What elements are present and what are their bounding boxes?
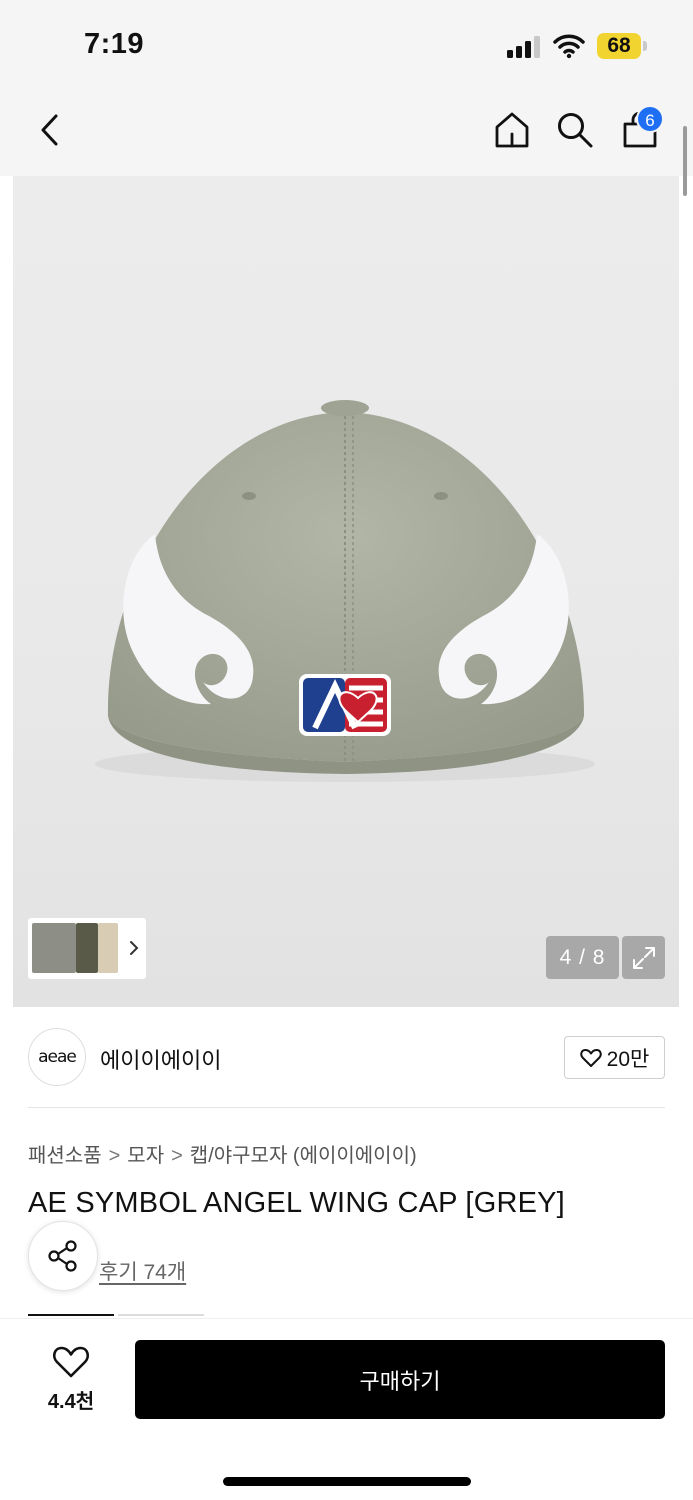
brand-like-button[interactable]: 20만 xyxy=(564,1036,665,1079)
breadcrumb-separator-icon: > xyxy=(171,1145,183,1167)
image-counter: 4 / 8 xyxy=(546,936,619,979)
brand-logo[interactable]: aeae xyxy=(28,1028,86,1086)
brand-name[interactable]: 에이이에이이 xyxy=(100,1043,221,1075)
thumbnail-3[interactable] xyxy=(98,923,118,973)
bottom-purchase-bar: 4.4천 구매하기 xyxy=(0,1318,693,1500)
buy-button[interactable]: 구매하기 xyxy=(135,1340,665,1419)
chevron-right-icon xyxy=(130,941,139,955)
thumbnail-strip[interactable] xyxy=(28,918,146,979)
wishlist-button[interactable]: 4.4천 xyxy=(36,1345,106,1415)
battery-indicator: 68 xyxy=(597,33,641,59)
heart-icon xyxy=(52,1346,90,1378)
chevron-left-icon xyxy=(41,114,58,146)
thumbnail-2[interactable] xyxy=(76,923,98,973)
heart-icon xyxy=(579,1048,602,1067)
reviews-link[interactable]: 후기 74개 xyxy=(99,1256,186,1286)
status-bar: 7:19 68 xyxy=(0,0,693,92)
home-indicator[interactable] xyxy=(223,1477,471,1486)
share-icon xyxy=(48,1240,77,1272)
wishlist-count: 4.4천 xyxy=(47,1391,95,1413)
breadcrumb: 패션소품 > 모자 > 캡/야구모자 (에이이에이이) xyxy=(28,1139,417,1168)
breadcrumb-item-level1[interactable]: 패션소품 xyxy=(28,1145,102,1167)
cart-count-badge: 6 xyxy=(636,105,664,133)
expand-icon xyxy=(632,946,655,969)
search-button[interactable] xyxy=(551,106,599,154)
share-button[interactable] xyxy=(28,1221,98,1291)
cellular-signal-icon xyxy=(507,36,541,58)
thumbnail-1[interactable] xyxy=(32,923,76,973)
home-button[interactable] xyxy=(488,106,536,154)
expand-image-button[interactable] xyxy=(622,936,665,979)
breadcrumb-item-level3[interactable]: 캡/야구모자 (에이이에이이) xyxy=(190,1145,417,1167)
breadcrumb-item-level2[interactable]: 모자 xyxy=(127,1145,164,1167)
status-time: 7:19 xyxy=(84,28,145,60)
product-title: AE SYMBOL ANGEL WING CAP [GREY] xyxy=(28,1187,565,1219)
breadcrumb-separator-icon: > xyxy=(108,1145,121,1167)
back-button[interactable] xyxy=(26,106,74,154)
scrollbar[interactable] xyxy=(683,126,687,196)
wifi-icon xyxy=(553,33,585,59)
home-icon xyxy=(495,112,529,148)
thumbnail-next-button[interactable] xyxy=(126,933,142,963)
search-icon xyxy=(558,113,593,148)
brand-like-count: 20만 xyxy=(606,1047,650,1071)
battery-cap xyxy=(643,41,647,51)
brand-row[interactable]: aeae 에이이에이이 20만 xyxy=(28,1028,665,1088)
product-image-cap xyxy=(95,400,595,782)
top-nav-bar xyxy=(0,92,693,176)
product-image-gallery[interactable]: 4 / 8 xyxy=(13,176,679,1007)
divider xyxy=(28,1107,665,1108)
